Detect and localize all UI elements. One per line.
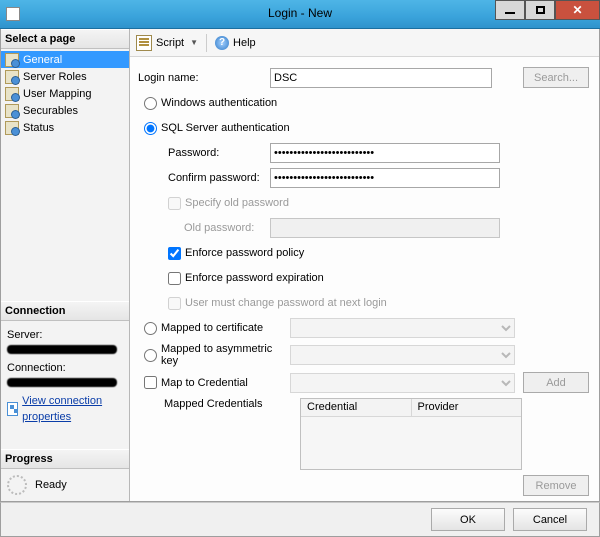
server-value-redacted xyxy=(7,345,117,354)
page-list: General Server Roles User Mapping Secura… xyxy=(1,49,129,138)
old-password-input xyxy=(270,218,500,238)
must-change-password-label: User must change password at next login xyxy=(185,297,387,309)
page-item-label: General xyxy=(23,54,62,66)
must-change-password-checkbox xyxy=(168,297,181,310)
page-icon xyxy=(5,87,19,101)
remove-button[interactable]: Remove xyxy=(523,475,589,496)
connection-value-redacted xyxy=(7,378,117,387)
mapped-to-asymmetric-key-radio[interactable] xyxy=(144,349,157,362)
toolbar: Script ▼ ? Help xyxy=(130,29,599,57)
password-label: Password: xyxy=(136,147,266,159)
connection-header: Connection xyxy=(1,301,129,321)
mapped-to-certificate-radio[interactable] xyxy=(144,322,157,335)
select-page-header: Select a page xyxy=(1,29,129,49)
progress-header: Progress xyxy=(1,449,129,469)
close-button[interactable] xyxy=(555,0,600,20)
maximize-button[interactable] xyxy=(525,0,555,20)
app-icon xyxy=(6,7,20,21)
help-button[interactable]: Help xyxy=(233,37,256,49)
dialog-button-strip: OK Cancel xyxy=(0,502,600,537)
script-button[interactable]: Script xyxy=(156,37,184,49)
page-icon xyxy=(5,53,19,67)
grid-header-provider: Provider xyxy=(412,399,522,416)
minimize-button[interactable] xyxy=(495,0,525,20)
page-icon xyxy=(5,104,19,118)
map-to-credential-label: Map to Credential xyxy=(161,377,248,389)
grid-header-credential: Credential xyxy=(301,399,412,416)
progress-status: Ready xyxy=(35,479,67,491)
enforce-policy-label: Enforce password policy xyxy=(185,247,304,259)
page-icon xyxy=(5,121,19,135)
titlebar: Login - New xyxy=(0,0,600,29)
page-item-server-roles[interactable]: Server Roles xyxy=(1,68,129,85)
login-name-input[interactable] xyxy=(270,68,492,88)
window-title: Login - New xyxy=(268,6,332,20)
mapped-credentials-label: Mapped Credentials xyxy=(136,398,266,410)
page-item-label: Status xyxy=(23,122,54,134)
sql-auth-radio[interactable] xyxy=(144,122,157,135)
cancel-button[interactable]: Cancel xyxy=(513,508,587,531)
script-dropdown-icon[interactable]: ▼ xyxy=(190,38,198,47)
sql-auth-label: SQL Server authentication xyxy=(161,122,290,134)
asymmetric-key-select[interactable] xyxy=(290,345,515,365)
confirm-password-label: Confirm password: xyxy=(136,172,266,184)
map-to-credential-checkbox[interactable] xyxy=(144,376,157,389)
enforce-policy-checkbox[interactable] xyxy=(168,247,181,260)
search-button[interactable]: Search... xyxy=(523,67,589,88)
toolbar-separator xyxy=(206,34,207,52)
password-input[interactable] xyxy=(270,143,500,163)
page-item-label: Securables xyxy=(23,105,78,117)
script-icon xyxy=(136,35,152,51)
mapped-to-asymmetric-key-label: Mapped to asymmetric key xyxy=(161,343,286,367)
credential-select[interactable] xyxy=(290,373,515,393)
mapped-to-certificate-label: Mapped to certificate xyxy=(161,322,263,334)
page-icon xyxy=(5,70,19,84)
help-icon: ? xyxy=(215,36,229,50)
login-name-label: Login name: xyxy=(136,72,266,84)
progress-spinner-icon xyxy=(7,475,27,495)
page-item-general[interactable]: General xyxy=(1,51,129,68)
connection-label: Connection: xyxy=(7,360,123,376)
page-item-label: User Mapping xyxy=(23,88,91,100)
enforce-expiration-checkbox[interactable] xyxy=(168,272,181,285)
ok-button[interactable]: OK xyxy=(431,508,505,531)
specify-old-password-checkbox xyxy=(168,197,181,210)
page-item-securables[interactable]: Securables xyxy=(1,102,129,119)
page-item-status[interactable]: Status xyxy=(1,119,129,136)
old-password-label: Old password: xyxy=(136,222,266,234)
confirm-password-input[interactable] xyxy=(270,168,500,188)
view-connection-properties-link[interactable]: View connection properties xyxy=(22,393,123,425)
connection-properties-icon xyxy=(7,402,18,416)
add-button[interactable]: Add xyxy=(523,372,589,393)
server-label: Server: xyxy=(7,327,123,343)
mapped-credentials-grid[interactable]: Credential Provider xyxy=(300,398,522,470)
enforce-expiration-label: Enforce password expiration xyxy=(185,272,324,284)
windows-auth-radio[interactable] xyxy=(144,97,157,110)
page-item-user-mapping[interactable]: User Mapping xyxy=(1,85,129,102)
page-item-label: Server Roles xyxy=(23,71,87,83)
certificate-select[interactable] xyxy=(290,318,515,338)
windows-auth-label: Windows authentication xyxy=(161,97,277,109)
specify-old-password-label: Specify old password xyxy=(185,197,289,209)
